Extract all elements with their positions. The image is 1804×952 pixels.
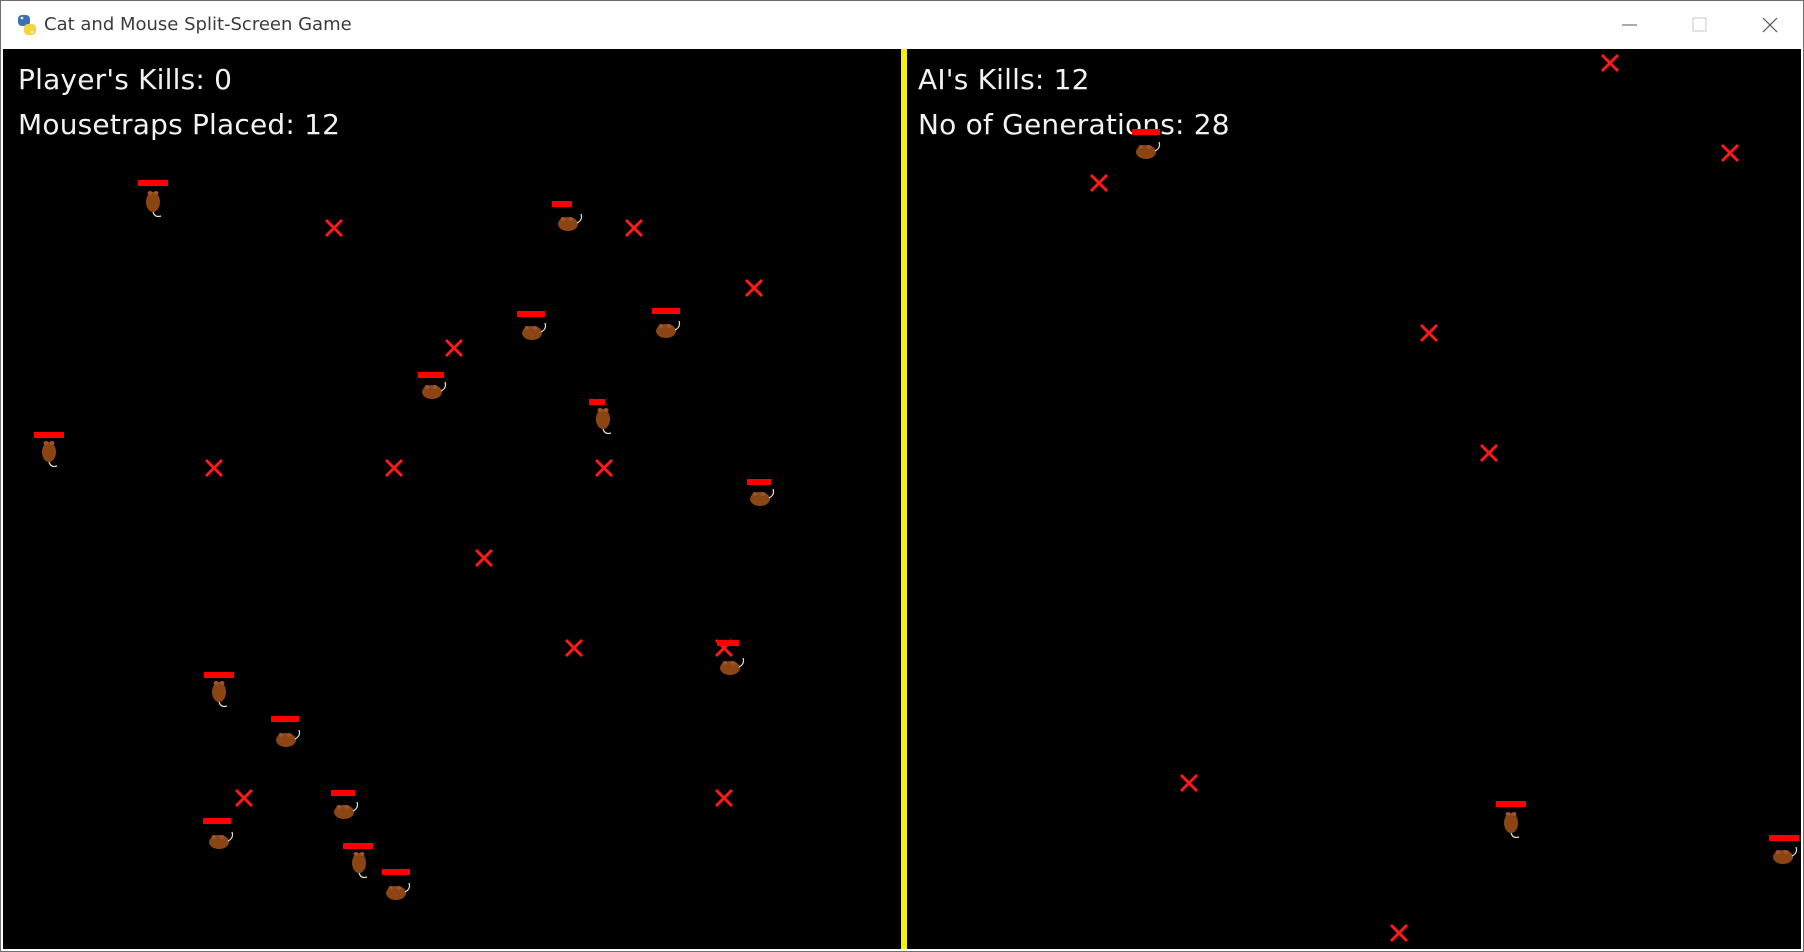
mouse-sprite-5 — [596, 408, 612, 435]
mouse-sprite-15 — [1136, 141, 1161, 159]
mouse-sprite-3 — [656, 320, 681, 338]
mousetrap-5 — [384, 458, 404, 478]
mousetrap-2 — [744, 278, 764, 298]
ai-kills-label: AI's Kills: 12 — [918, 63, 1090, 96]
maximize-icon — [1692, 17, 1707, 32]
mouse-sprite-11 — [334, 801, 359, 819]
mouse-sprite-16 — [1504, 812, 1520, 839]
mousetrap-18 — [1389, 923, 1409, 943]
mouse-sprite-10 — [276, 729, 301, 747]
mousetrap-12 — [1600, 53, 1620, 73]
mousetrap-16 — [1479, 443, 1499, 463]
window-title: Cat and Mouse Split-Screen Game — [44, 14, 352, 35]
mousetrap-17 — [1179, 773, 1199, 793]
mousetrap-1 — [624, 218, 644, 238]
mousetrap-6 — [594, 458, 614, 478]
game-window: Cat and Mouse Split-Screen Game Player's… — [0, 0, 1804, 952]
mouse-sprite-14 — [386, 882, 411, 900]
title-bar[interactable]: Cat and Mouse Split-Screen Game — [1, 1, 1803, 49]
mouse-sprite-12 — [209, 831, 234, 849]
mouse-sprite-2 — [522, 322, 547, 340]
mousetrap-4 — [204, 458, 224, 478]
mousetrap-13 — [1720, 143, 1740, 163]
close-button[interactable] — [1735, 1, 1804, 49]
mousetrap-15 — [1419, 323, 1439, 343]
generations-label: No of Generations: 28 — [918, 108, 1230, 141]
mousetrap-14 — [1089, 173, 1109, 193]
player-kills-label: Player's Kills: 0 — [18, 63, 233, 96]
mouse-sprite-1 — [558, 213, 583, 231]
mouse-sprite-9 — [212, 681, 228, 708]
split-divider — [901, 49, 907, 949]
mousetrap-3 — [444, 338, 464, 358]
mouse-sprite-17 — [1773, 846, 1798, 864]
python-logo-icon — [18, 15, 36, 35]
mousetrap-10 — [234, 788, 254, 808]
mouse-sprite-0 — [146, 191, 162, 218]
mousetrap-11 — [714, 788, 734, 808]
game-canvas[interactable]: Player's Kills: 0 Mousetraps Placed: 12 … — [3, 49, 1801, 949]
mouse-sprite-4 — [422, 381, 447, 399]
mousetrap-0 — [324, 218, 344, 238]
maximize-button[interactable] — [1665, 1, 1735, 49]
minimize-icon — [1622, 24, 1637, 26]
mousetraps-placed-label: Mousetraps Placed: 12 — [18, 108, 341, 141]
mouse-sprite-7 — [750, 488, 775, 506]
mousetrap-7 — [474, 548, 494, 568]
mouse-sprite-8 — [720, 657, 745, 675]
close-icon — [1762, 17, 1778, 33]
mouse-sprite-6 — [42, 441, 58, 468]
minimize-button[interactable] — [1595, 1, 1665, 49]
mousetrap-8 — [564, 638, 584, 658]
mouse-sprite-13 — [352, 852, 368, 879]
